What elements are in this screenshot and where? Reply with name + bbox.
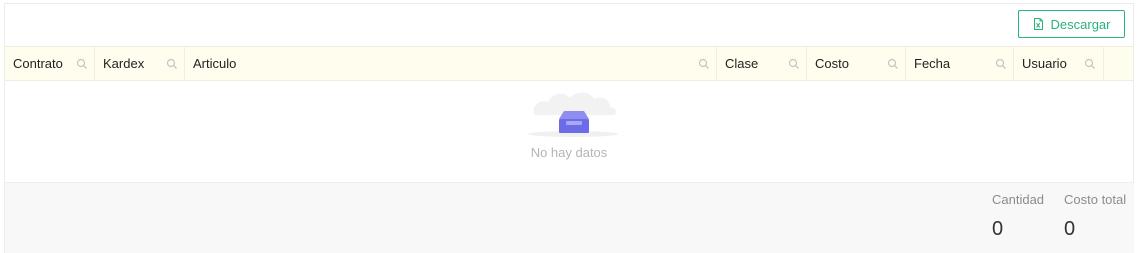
column-header-articulo: Articulo <box>185 47 717 80</box>
column-header-kardex: Kardex <box>95 47 185 80</box>
column-label: Kardex <box>103 56 145 71</box>
empty-box-icon <box>526 87 620 144</box>
empty-state: No hay datos <box>5 81 1133 182</box>
excel-file-icon <box>1033 18 1044 30</box>
summary-footer: Cantidad 0 Costo total 0 <box>5 182 1134 253</box>
column-header-scroll-gutter <box>1104 47 1133 80</box>
column-label: Costo <box>815 56 849 71</box>
column-label: Articulo <box>193 56 237 71</box>
column-label: Clase <box>725 56 759 71</box>
cantidad-value: 0 <box>992 218 1004 240</box>
search-icon[interactable] <box>76 58 88 70</box>
search-icon[interactable] <box>698 58 710 70</box>
search-icon[interactable] <box>887 58 899 70</box>
column-header-costo: Costo <box>807 47 906 80</box>
search-icon[interactable] <box>788 58 800 70</box>
download-button[interactable]: Descargar <box>1018 10 1125 38</box>
download-label: Descargar <box>1050 16 1111 32</box>
costo-total-value: 0 <box>1064 218 1076 240</box>
table-header: Contrato Kardex Articulo Clase Costo Fec… <box>5 46 1133 81</box>
column-label: Usuario <box>1022 56 1067 71</box>
column-header-clase: Clase <box>717 47 807 80</box>
search-icon[interactable] <box>1084 58 1096 70</box>
column-header-usuario: Usuario <box>1014 47 1104 80</box>
costo-total-label: Costo total <box>1064 192 1127 207</box>
column-header-contrato: Contrato <box>5 47 95 80</box>
column-label: Fecha <box>914 56 951 71</box>
column-header-fecha: Fecha <box>906 47 1014 80</box>
column-label: Contrato <box>13 56 63 71</box>
cantidad-label: Cantidad <box>992 192 1045 207</box>
empty-message: No hay datos <box>530 145 608 160</box>
search-icon[interactable] <box>995 58 1007 70</box>
search-icon[interactable] <box>166 58 178 70</box>
